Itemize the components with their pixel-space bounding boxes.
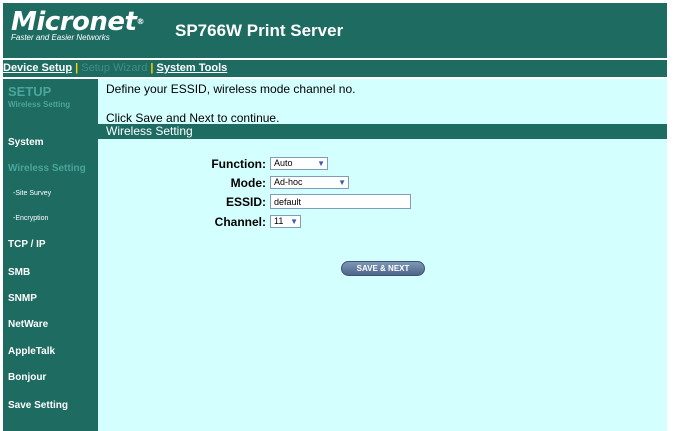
- sidebar-subitem-encryption[interactable]: -Encryption: [13, 215, 48, 222]
- chevron-down-icon: ▼: [338, 178, 346, 187]
- function-select-value: Auto: [274, 158, 293, 168]
- function-select[interactable]: Auto ▼: [270, 157, 328, 170]
- function-label: Function:: [211, 157, 266, 171]
- main-content: Define your ESSID, wireless mode channel…: [98, 79, 667, 431]
- channel-label: Channel:: [214, 215, 266, 229]
- nav-separator: |: [72, 62, 82, 74]
- essid-label: ESSID:: [225, 195, 266, 209]
- mode-select-value: Ad-hoc: [274, 177, 303, 187]
- chevron-down-icon: ▼: [317, 159, 325, 168]
- sidebar-item-save-setting[interactable]: Save Setting: [8, 400, 68, 411]
- sidebar: SETUP Wireless Setting System Wireless S…: [3, 79, 98, 431]
- essid-input[interactable]: [270, 194, 411, 209]
- sidebar-item-tcpip[interactable]: TCP / IP: [8, 239, 46, 250]
- micronet-logo: Micronet® Faster and Easier Networks: [11, 7, 144, 42]
- instruction-text: Click Save and Next to continue.: [106, 111, 280, 125]
- mode-label: Mode:: [230, 176, 266, 190]
- sidebar-subitem-site-survey[interactable]: -Site Survey: [13, 190, 51, 197]
- sidebar-item-wireless-setting[interactable]: Wireless Setting: [8, 163, 86, 174]
- sidebar-section-subtitle: Wireless Setting: [8, 100, 71, 109]
- sidebar-item-netware[interactable]: NetWare: [8, 319, 48, 330]
- product-title: SP766W Print Server: [175, 21, 344, 40]
- top-navigation: Device Setup | Setup Wizard | System Too…: [3, 60, 667, 77]
- save-next-button[interactable]: SAVE & NEXT: [341, 261, 425, 276]
- channel-select-value: 11: [274, 216, 284, 226]
- sidebar-item-system[interactable]: System: [8, 137, 44, 148]
- sidebar-section-title: SETUP: [8, 84, 52, 99]
- instruction-text: Define your ESSID, wireless mode channel…: [106, 82, 356, 96]
- nav-setup-wizard[interactable]: Setup Wizard: [81, 62, 147, 74]
- sidebar-item-bonjour[interactable]: Bonjour: [8, 372, 46, 383]
- sidebar-item-smb[interactable]: SMB: [8, 267, 30, 278]
- nav-device-setup[interactable]: Device Setup: [3, 62, 72, 74]
- mode-select[interactable]: Ad-hoc ▼: [270, 176, 349, 189]
- trademark-mark: ®: [136, 17, 144, 26]
- channel-select[interactable]: 11 ▼: [270, 215, 301, 228]
- nav-system-tools[interactable]: System Tools: [157, 62, 228, 74]
- section-header: Wireless Setting: [98, 124, 667, 139]
- chevron-down-icon: ▼: [290, 217, 298, 226]
- nav-separator: |: [147, 62, 157, 74]
- sidebar-item-snmp[interactable]: SNMP: [8, 293, 37, 304]
- app-header: Micronet® Faster and Easier Networks SP7…: [3, 3, 667, 58]
- sidebar-item-appletalk[interactable]: AppleTalk: [8, 346, 55, 357]
